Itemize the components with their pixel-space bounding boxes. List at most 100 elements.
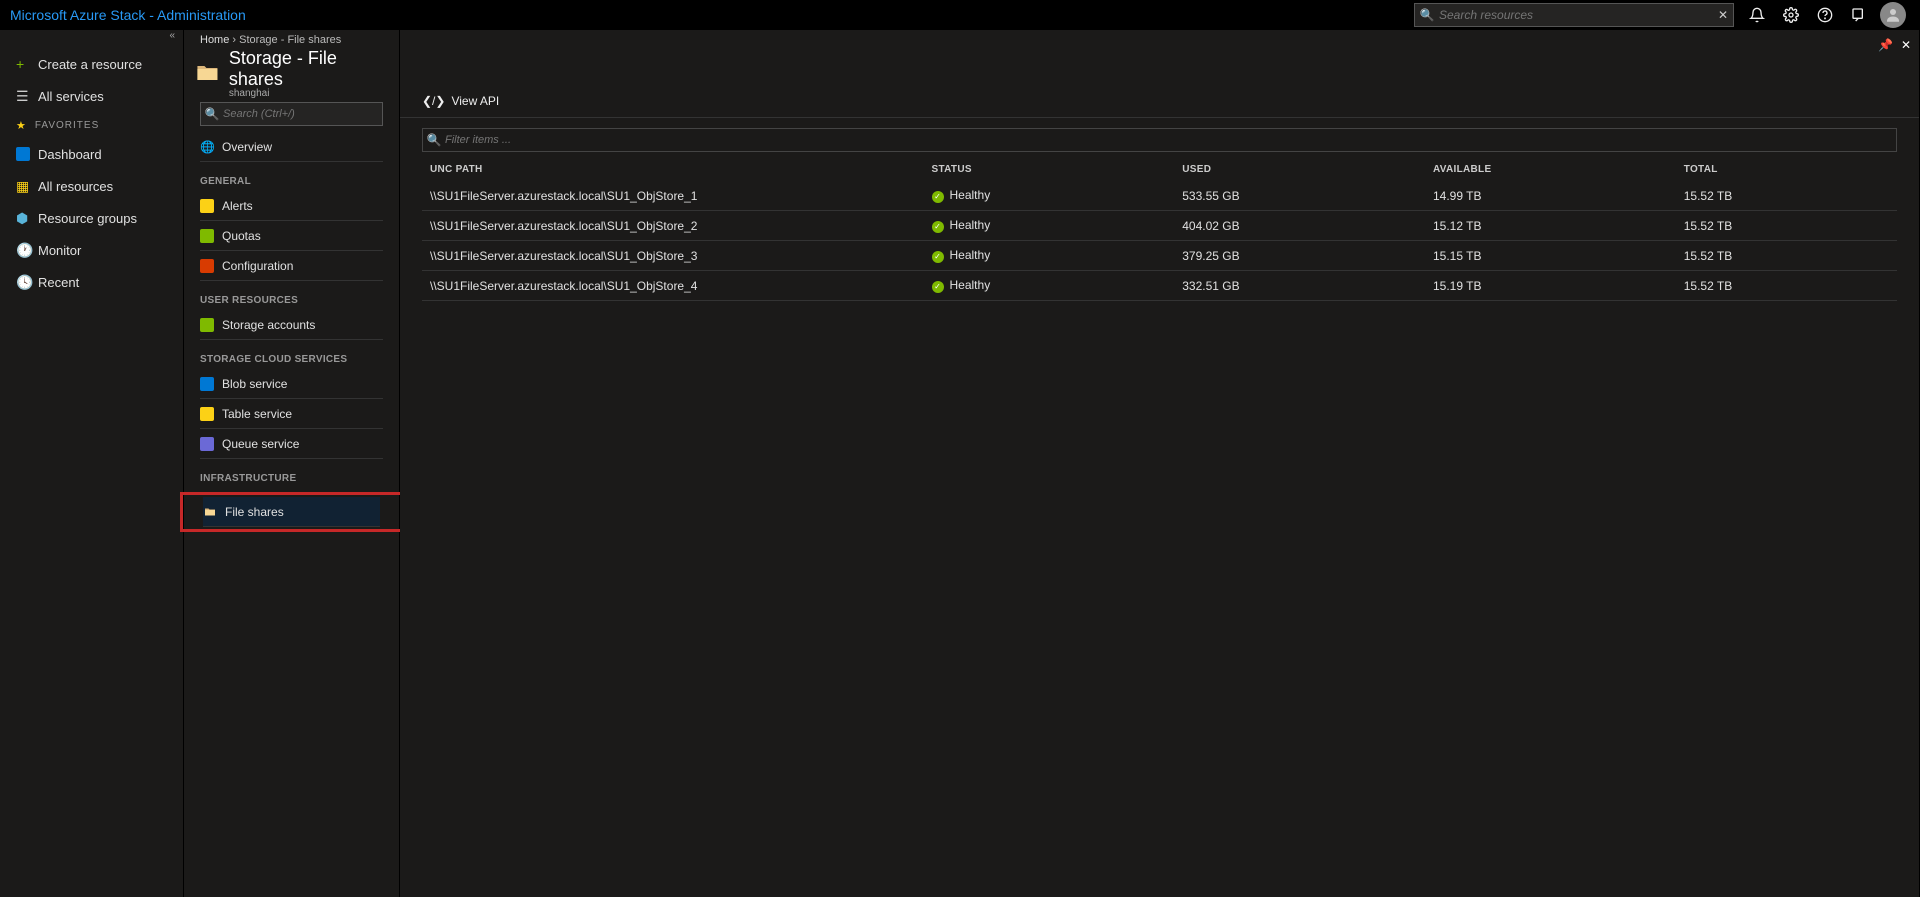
nav-all-resources[interactable]: ▦All resources [0,170,183,202]
col-status[interactable]: STATUS [924,158,1175,181]
status-ok-icon: ✓ [932,191,944,203]
cell-total: 15.52 TB [1676,241,1897,271]
menu-search[interactable]: 🔍 [200,102,383,126]
app-title: Microsoft Azure Stack - Administration [10,7,246,23]
cell-status: ✓Healthy [924,211,1175,241]
list-icon: ☰ [16,88,38,105]
cell-available: 14.99 TB [1425,181,1676,211]
collapse-nav-icon[interactable]: « [0,30,183,48]
table-row[interactable]: \\SU1FileServer.azurestack.local\SU1_Obj… [422,271,1897,301]
table-icon [200,407,222,421]
cell-status: ✓Healthy [924,181,1175,211]
cell-path: \\SU1FileServer.azurestack.local\SU1_Obj… [422,271,924,301]
cell-available: 15.15 TB [1425,241,1676,271]
clock-icon: 🕓 [16,274,38,291]
breadcrumb-home[interactable]: Home [200,34,229,46]
menu-item-label: Table service [222,407,292,421]
menu-item-alerts[interactable]: Alerts [200,191,383,221]
cell-path: \\SU1FileServer.azurestack.local\SU1_Obj… [422,211,924,241]
menu-item-label: File shares [225,505,284,519]
menu-section-header: GENERAL [184,162,399,191]
menu-item-label: Alerts [222,199,253,213]
settings-icon[interactable] [1774,0,1808,30]
quota-icon [200,229,222,243]
blade-main: 📌 ✕ ❮/❯ View API 🔍 UNC PATHSTATUSUSEDAVA… [400,30,1920,897]
blade-actions: 📌 ✕ [1878,38,1911,52]
menu-search-input[interactable] [223,108,382,120]
cell-used: 404.02 GB [1174,211,1425,241]
col-total[interactable]: TOTAL [1676,158,1897,181]
gauge-icon: 🕐 [16,242,38,259]
clear-search-icon[interactable]: ✕ [1713,8,1733,22]
cell-total: 15.52 TB [1676,271,1897,301]
view-api-button[interactable]: View API [451,94,499,108]
globe-icon: 🌐 [200,140,222,154]
menu-item-label: Configuration [222,259,293,273]
menu-item-table-service[interactable]: Table service [200,399,383,429]
filter-input[interactable] [445,134,1896,146]
menu-section-header: USER RESOURCES [184,281,399,310]
star-icon: ★ [16,119,27,132]
storage-icon [200,318,222,332]
menu-item-label: Blob service [222,377,287,391]
blade-menu: Home › Storage - File shares Storage - F… [184,30,400,897]
plus-icon: + [16,56,38,72]
menu-item-label: Storage accounts [222,318,315,332]
notifications-icon[interactable] [1740,0,1774,30]
queue-icon [200,437,222,451]
search-icon: 🔍 [423,133,445,147]
global-search-input[interactable] [1439,8,1713,22]
menu-item-file-shares[interactable]: File shares [203,497,380,527]
blade-header: Storage - File shares shanghai [184,50,399,96]
dashboard-icon [16,147,38,161]
col-available[interactable]: AVAILABLE [1425,158,1676,181]
feedback-icon[interactable] [1842,0,1876,30]
left-nav: « + Create a resource ☰ All services ★ F… [0,30,184,897]
table-row[interactable]: \\SU1FileServer.azurestack.local\SU1_Obj… [422,241,1897,271]
menu-item-quotas[interactable]: Quotas [200,221,383,251]
global-search[interactable]: 🔍 ✕ [1414,3,1734,27]
pin-icon[interactable]: 📌 [1878,38,1893,52]
nav-label: Create a resource [38,57,142,72]
menu-item-label: Overview [222,140,272,154]
menu-item-overview[interactable]: 🌐Overview [200,132,383,162]
nav-dashboard[interactable]: Dashboard [0,138,183,170]
breadcrumb-current: Storage - File shares [239,34,341,46]
filter-box[interactable]: 🔍 [422,128,1897,152]
help-icon[interactable] [1808,0,1842,30]
cell-available: 15.12 TB [1425,211,1676,241]
cube-icon: ⬢ [16,210,38,227]
menu-item-label: Quotas [222,229,261,243]
nav-monitor[interactable]: 🕐Monitor [0,234,183,266]
table-row[interactable]: \\SU1FileServer.azurestack.local\SU1_Obj… [422,211,1897,241]
menu-item-storage-accounts[interactable]: Storage accounts [200,310,383,340]
cell-total: 15.52 TB [1676,181,1897,211]
nav-create-resource[interactable]: + Create a resource [0,48,183,80]
nav-resource-groups[interactable]: ⬢Resource groups [0,202,183,234]
code-icon: ❮/❯ [422,94,445,108]
menu-item-blob-service[interactable]: Blob service [200,369,383,399]
cell-status: ✓Healthy [924,271,1175,301]
toolbar: ❮/❯ View API [400,84,1919,118]
folder-icon [203,506,225,518]
highlight-box: File shares [180,492,403,532]
status-ok-icon: ✓ [932,251,944,263]
alert-icon [200,199,222,213]
menu-item-configuration[interactable]: Configuration [200,251,383,281]
col-used[interactable]: USED [1174,158,1425,181]
nav-label: All services [38,89,104,104]
menu-item-queue-service[interactable]: Queue service [200,429,383,459]
search-icon: 🔍 [1415,8,1439,22]
grid-icon: ▦ [16,178,38,195]
nav-all-services[interactable]: ☰ All services [0,80,183,112]
blade-title: Storage - File shares [229,48,389,90]
cell-status: ✓Healthy [924,241,1175,271]
topbar: Microsoft Azure Stack - Administration 🔍… [0,0,1920,30]
user-avatar[interactable] [1880,2,1906,28]
config-icon [200,259,222,273]
folder-icon [194,61,221,85]
close-icon[interactable]: ✕ [1901,38,1911,52]
col-unc-path[interactable]: UNC PATH [422,158,924,181]
table-row[interactable]: \\SU1FileServer.azurestack.local\SU1_Obj… [422,181,1897,211]
nav-recent[interactable]: 🕓Recent [0,266,183,298]
